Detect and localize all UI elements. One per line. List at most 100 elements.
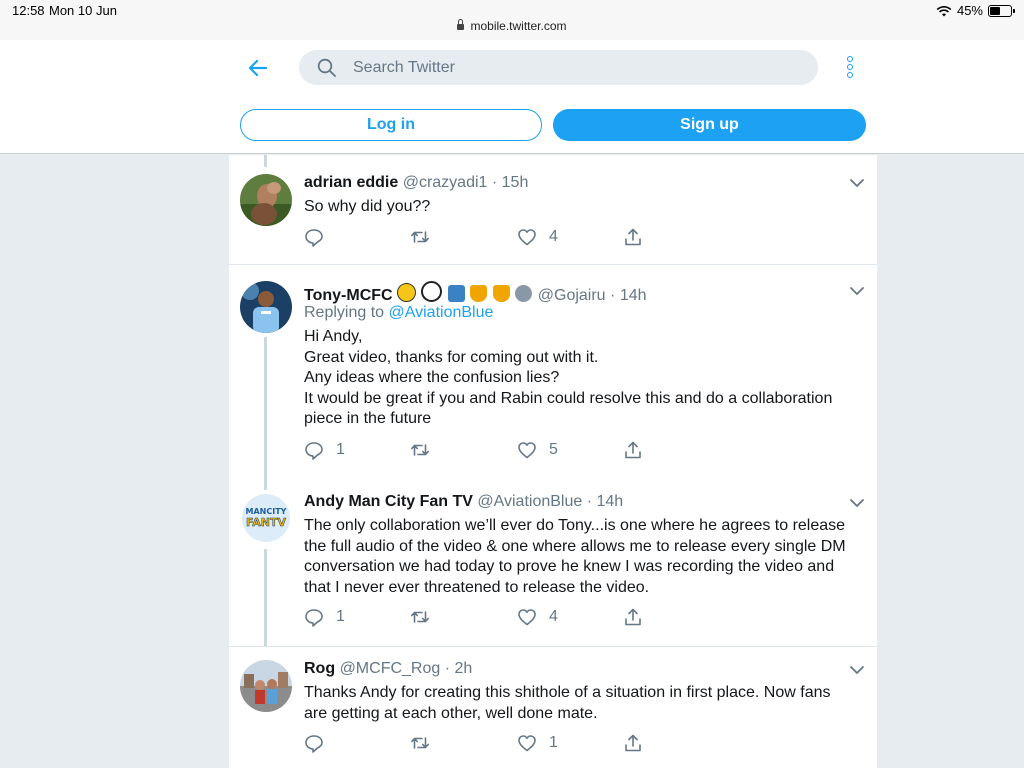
url-text: mobile.twitter.com bbox=[470, 19, 567, 33]
retweet-icon bbox=[411, 231, 429, 243]
like-count: 1 bbox=[549, 734, 558, 751]
avatar[interactable] bbox=[240, 174, 292, 226]
retweet-icon bbox=[411, 611, 429, 623]
like-button[interactable]: 5 bbox=[517, 439, 558, 461]
heart-icon bbox=[518, 735, 536, 752]
like-button[interactable]: 4 bbox=[517, 606, 558, 628]
tweet-time[interactable]: 2h bbox=[455, 660, 473, 677]
battery-percent: 45% bbox=[956, 3, 983, 18]
share-icon bbox=[625, 608, 641, 626]
chevron-down-icon[interactable] bbox=[849, 495, 865, 511]
display-name[interactable]: Rog bbox=[304, 660, 335, 677]
chevron-down-icon[interactable] bbox=[849, 662, 865, 678]
back-arrow-icon[interactable] bbox=[246, 56, 270, 80]
share-button[interactable] bbox=[623, 732, 643, 754]
tweet-text-line: the full audio of the video & one where … bbox=[304, 537, 846, 555]
user-handle[interactable]: @Gojairu bbox=[538, 287, 606, 304]
retweet-icon bbox=[411, 737, 429, 749]
reply-icon bbox=[305, 442, 323, 460]
retweet-button[interactable] bbox=[410, 439, 430, 461]
retweet-icon bbox=[411, 444, 429, 456]
display-name[interactable]: Andy Man City Fan TV bbox=[304, 493, 473, 510]
display-name[interactable]: adrian eddie bbox=[304, 174, 398, 191]
separator-dot: · bbox=[586, 493, 593, 510]
shirt-emoji bbox=[447, 285, 465, 302]
retweet-button[interactable] bbox=[410, 606, 430, 628]
chevron-down-icon[interactable] bbox=[849, 283, 865, 299]
signup-button[interactable]: Sign up bbox=[553, 109, 866, 141]
tweet-text-line: that I never ever threatened to release … bbox=[304, 578, 650, 596]
reply-count: 1 bbox=[336, 441, 345, 458]
reply-button[interactable] bbox=[304, 732, 336, 754]
tweet[interactable]: MANCITY FANTV Andy Man City Fan TV @Avia… bbox=[229, 484, 877, 647]
like-count: 4 bbox=[549, 228, 558, 245]
like-count: 5 bbox=[549, 441, 558, 458]
tweet-text-line: Great video, thanks for coming out with … bbox=[304, 348, 599, 366]
reply-button[interactable]: 1 bbox=[304, 439, 345, 461]
tweet-text-line: It would be great if you and Rabin could… bbox=[304, 389, 833, 407]
share-icon bbox=[625, 228, 641, 246]
search-input[interactable] bbox=[353, 50, 793, 85]
user-handle[interactable]: @crazyadi1 bbox=[403, 174, 488, 191]
tweet-header: adrian eddie @crazyadi1 · 15h bbox=[304, 174, 528, 192]
trophy-emoji bbox=[470, 285, 488, 302]
reply-icon bbox=[305, 609, 323, 627]
share-button[interactable] bbox=[623, 226, 643, 248]
thread-line bbox=[264, 337, 267, 484]
tweet-time[interactable]: 15h bbox=[502, 174, 529, 191]
tweet-text: Hi Andy, Great video, thanks for coming … bbox=[304, 327, 869, 430]
thread-line bbox=[264, 549, 267, 646]
tweet[interactable]: adrian eddie @crazyadi1 · 15h So why did… bbox=[229, 155, 877, 265]
reply-button[interactable] bbox=[304, 226, 336, 248]
tweet-text-line: Hi Andy, bbox=[304, 328, 363, 345]
share-button[interactable] bbox=[623, 606, 643, 628]
like-button[interactable]: 1 bbox=[517, 732, 558, 754]
tweet-text-line: Any ideas where the confusion lies? bbox=[304, 369, 560, 387]
search-bar[interactable] bbox=[299, 50, 818, 85]
avatar[interactable] bbox=[240, 281, 292, 333]
user-handle[interactable]: @MCFC_Rog bbox=[340, 660, 441, 677]
url-bar[interactable]: mobile.twitter.com bbox=[0, 19, 1024, 33]
bee-emoji bbox=[397, 283, 417, 302]
reply-icon bbox=[305, 735, 323, 753]
login-button[interactable]: Log in bbox=[240, 109, 542, 141]
tweet-actions: 1 5 bbox=[304, 439, 644, 461]
avatar[interactable]: MANCITY FANTV bbox=[240, 492, 292, 544]
status-date: Mon 10 Jun bbox=[49, 3, 117, 18]
heart-icon bbox=[518, 442, 536, 459]
svg-text:FANTV: FANTV bbox=[246, 516, 286, 529]
reply-count: 1 bbox=[336, 608, 345, 625]
retweet-button[interactable] bbox=[410, 732, 430, 754]
tweet-time[interactable]: 14h bbox=[620, 287, 647, 304]
retweet-button[interactable] bbox=[410, 226, 430, 248]
wifi-icon bbox=[936, 5, 952, 16]
replying-to-label: Replying to bbox=[304, 304, 385, 321]
heart-icon bbox=[518, 609, 536, 626]
like-count: 4 bbox=[549, 608, 558, 625]
lock-icon bbox=[457, 19, 465, 30]
reply-button[interactable]: 1 bbox=[304, 606, 345, 628]
share-icon bbox=[625, 441, 641, 459]
soccer-ball-emoji bbox=[421, 281, 443, 302]
mention-link[interactable]: @AviationBlue bbox=[389, 304, 494, 321]
tweet-actions: 1 bbox=[304, 732, 644, 754]
thread-line bbox=[264, 484, 267, 490]
tweet-text-line: piece in the future bbox=[304, 410, 432, 428]
avatar[interactable] bbox=[240, 660, 292, 712]
tweet-text-line: The only collaboration we’ll ever do Ton… bbox=[304, 517, 846, 534]
tweet[interactable]: Tony-MCFC @Gojairu · 14h Replying to @Av… bbox=[229, 264, 877, 484]
chevron-down-icon[interactable] bbox=[849, 175, 865, 191]
name-emojis bbox=[397, 281, 538, 304]
like-button[interactable]: 4 bbox=[517, 226, 558, 248]
tweet-header: Tony-MCFC @Gojairu · 14h bbox=[304, 281, 647, 305]
more-options-icon[interactable] bbox=[843, 56, 857, 80]
battery-icon bbox=[988, 4, 1015, 17]
tweet-timeline: adrian eddie @crazyadi1 · 15h So why did… bbox=[229, 155, 877, 768]
tweet[interactable]: Rog @MCFC_Rog · 2h Thanks Andy for creat… bbox=[229, 646, 877, 768]
tweet-text: Thanks Andy for creating this shithole o… bbox=[304, 683, 869, 724]
share-button[interactable] bbox=[623, 439, 643, 461]
display-name[interactable]: Tony-MCFC bbox=[304, 287, 393, 304]
separator-dot: · bbox=[610, 287, 616, 304]
user-handle[interactable]: @AviationBlue bbox=[477, 493, 582, 510]
tweet-time[interactable]: 14h bbox=[597, 493, 624, 510]
